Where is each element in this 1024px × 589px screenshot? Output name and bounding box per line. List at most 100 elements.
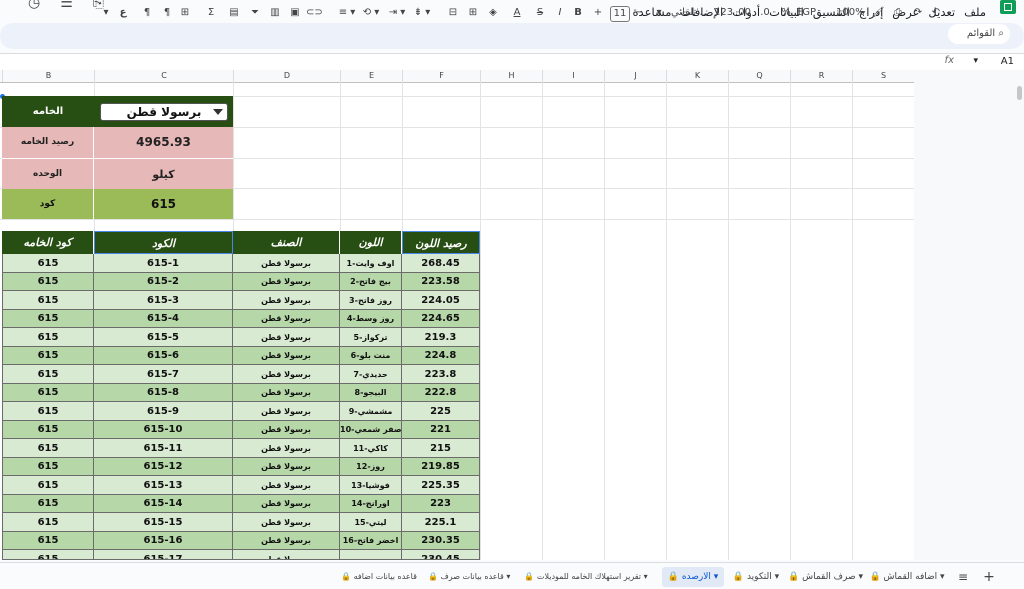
filter-icon[interactable]: ⏷ bbox=[248, 6, 262, 20]
column-header[interactable]: S bbox=[852, 70, 914, 82]
cell-item[interactable]: برسولا قطن bbox=[233, 550, 340, 560]
cell-color[interactable]: كاكي-11 bbox=[340, 439, 402, 458]
paint-format-icon[interactable]: 🖌 bbox=[870, 6, 886, 20]
text-wrap-icon[interactable]: ⇥ ▾ bbox=[386, 6, 408, 20]
cell-item[interactable]: برسولا قطن bbox=[233, 291, 340, 310]
cell-material-code[interactable]: 615 bbox=[2, 328, 94, 347]
cell-color-balance[interactable]: 223 bbox=[402, 495, 480, 513]
cell-color-balance[interactable]: 224.05 bbox=[402, 291, 480, 310]
material-dropdown[interactable]: برسولا قطن bbox=[100, 103, 228, 121]
cell-material-code[interactable]: 615 bbox=[2, 384, 94, 402]
grid-icon[interactable]: ⊞ bbox=[178, 6, 192, 20]
bold-button[interactable]: B bbox=[572, 6, 584, 20]
cell-item[interactable]: برسولا قطن bbox=[233, 532, 340, 550]
cell-color-balance[interactable]: 223.8 bbox=[402, 365, 480, 384]
cell-color-balance[interactable]: 230.45 bbox=[402, 550, 480, 560]
cell-material-code[interactable]: 615 bbox=[2, 291, 94, 310]
sheet-tab-active[interactable]: 🔒 الارصده ▾ bbox=[662, 567, 724, 587]
cell-color[interactable]: منت بلو-6 bbox=[340, 347, 402, 365]
cell-code[interactable]: 615-11 bbox=[94, 439, 233, 458]
cell-code[interactable]: 615-4 bbox=[94, 310, 233, 328]
increase-decimal[interactable]: .00 bbox=[734, 6, 752, 20]
column-header[interactable]: R bbox=[790, 70, 852, 82]
text-rotation-icon[interactable]: ⟲ ▾ bbox=[360, 6, 382, 20]
cell-code[interactable]: 615-8 bbox=[94, 384, 233, 402]
column-header[interactable]: I bbox=[542, 70, 604, 82]
cell-color[interactable]: تركواز-5 bbox=[340, 328, 402, 347]
percent-format[interactable]: % bbox=[780, 6, 792, 20]
comment-icon[interactable]: ☰ bbox=[60, 0, 73, 11]
cell-item[interactable]: برسولا قطن bbox=[233, 495, 340, 513]
cell-item[interactable]: برسولا قطن bbox=[233, 347, 340, 365]
column-header[interactable]: E bbox=[340, 70, 402, 82]
cell-color[interactable]: روز فاتح-3 bbox=[340, 291, 402, 310]
cell-material-code[interactable]: 615 bbox=[2, 365, 94, 384]
cell-color-balance[interactable]: 268.45 bbox=[402, 254, 480, 273]
name-box[interactable]: A1 bbox=[1001, 56, 1014, 67]
functions-button[interactable]: Σ bbox=[204, 6, 218, 20]
dropdown-arrow-icon[interactable] bbox=[213, 109, 223, 115]
vertical-scrollbar[interactable] bbox=[1017, 86, 1022, 100]
decrease-font-size[interactable]: − bbox=[632, 6, 644, 20]
cell-color-balance[interactable]: 219.85 bbox=[402, 458, 480, 476]
cell-item[interactable]: برسولا قطن bbox=[233, 328, 340, 347]
cell-material-code[interactable]: 615 bbox=[2, 421, 94, 439]
cell-item[interactable]: برسولا قطن bbox=[233, 513, 340, 532]
sheet-tab[interactable]: 🔒 صرف القماش ▾ bbox=[788, 567, 863, 587]
cell-color[interactable]: روز-12 bbox=[340, 458, 402, 476]
sheet-tab[interactable]: 🔒 قاعده بيانات صرف ▾ bbox=[428, 567, 510, 587]
column-header[interactable]: F bbox=[402, 70, 480, 82]
column-header[interactable]: J bbox=[604, 70, 666, 82]
print-icon[interactable]: ⎙ bbox=[890, 6, 906, 20]
cell-color-balance[interactable]: 215 bbox=[402, 439, 480, 458]
borders-icon[interactable]: ⊞ bbox=[466, 6, 480, 20]
font-size-input[interactable]: 11 bbox=[610, 6, 630, 22]
rtl-text-icon[interactable]: ¶ bbox=[140, 6, 154, 20]
decrease-decimal[interactable]: .0 bbox=[756, 6, 774, 20]
cell-item[interactable]: برسولا قطن bbox=[233, 273, 340, 291]
name-box-chevron-down-icon[interactable]: ▾ bbox=[973, 56, 978, 66]
cell-color-balance[interactable]: 221 bbox=[402, 421, 480, 439]
cell-code[interactable]: 615-14 bbox=[94, 495, 233, 513]
cell-code[interactable]: 615-10 bbox=[94, 421, 233, 439]
undo-icon[interactable]: ↶ bbox=[928, 6, 944, 20]
cell-material-code[interactable]: 615 bbox=[2, 550, 94, 560]
cell-color-balance[interactable]: 222.8 bbox=[402, 384, 480, 402]
cell-color[interactable]: مشمشي-9 bbox=[340, 402, 402, 421]
comment-icon[interactable]: ▣ bbox=[288, 6, 302, 20]
cell-item[interactable]: برسولا قطن bbox=[233, 365, 340, 384]
cell-material-code[interactable]: 615 bbox=[2, 347, 94, 365]
cell-color-balance[interactable]: 225 bbox=[402, 402, 480, 421]
cell-item[interactable]: برسولا قطن bbox=[233, 310, 340, 328]
menu-file[interactable]: ملف bbox=[964, 5, 986, 19]
cell-color-balance[interactable]: 223.58 bbox=[402, 273, 480, 291]
cell-color[interactable]: ليتي-15 bbox=[340, 513, 402, 532]
cell-color-balance[interactable]: 225.35 bbox=[402, 476, 480, 495]
cell-material-code[interactable]: 615 bbox=[2, 476, 94, 495]
column-header[interactable]: C bbox=[94, 70, 233, 82]
chart-icon[interactable]: ▥ bbox=[268, 6, 282, 20]
cell-code[interactable]: 615-1 bbox=[94, 254, 233, 273]
cell-color[interactable]: اخضر فاتح-16 bbox=[340, 532, 402, 550]
cell-item[interactable]: برسولا قطن bbox=[233, 421, 340, 439]
cell-material-code[interactable]: 615 bbox=[2, 495, 94, 513]
cell-material-code[interactable]: 615 bbox=[2, 273, 94, 291]
ltr-icon[interactable]: ¶ bbox=[160, 6, 174, 20]
cell-code[interactable]: 615-16 bbox=[94, 532, 233, 550]
link-icon[interactable]: ⊂⊃ bbox=[306, 6, 323, 20]
cell-item[interactable]: برسولا قطن bbox=[233, 384, 340, 402]
cell-item[interactable]: برسولا قطن bbox=[233, 458, 340, 476]
cell-color-balance[interactable]: 224.8 bbox=[402, 347, 480, 365]
column-header[interactable]: D bbox=[233, 70, 340, 82]
cell-color[interactable]: اصفر شمعي-10 bbox=[340, 421, 402, 439]
cell-material-code[interactable]: 615 bbox=[2, 513, 94, 532]
column-header[interactable]: H bbox=[480, 70, 542, 82]
cell-code[interactable]: 615-9 bbox=[94, 402, 233, 421]
cell-item[interactable]: برسولا قطن bbox=[233, 402, 340, 421]
cell-color[interactable]: البيجو-8 bbox=[340, 384, 402, 402]
cell-color[interactable]: اوف وايت-1 bbox=[340, 254, 402, 273]
cell-material-code[interactable]: 615 bbox=[2, 439, 94, 458]
column-header[interactable]: Q bbox=[728, 70, 790, 82]
cell-material-code[interactable]: 615 bbox=[2, 310, 94, 328]
cell-color-balance[interactable]: 219.3 bbox=[402, 328, 480, 347]
